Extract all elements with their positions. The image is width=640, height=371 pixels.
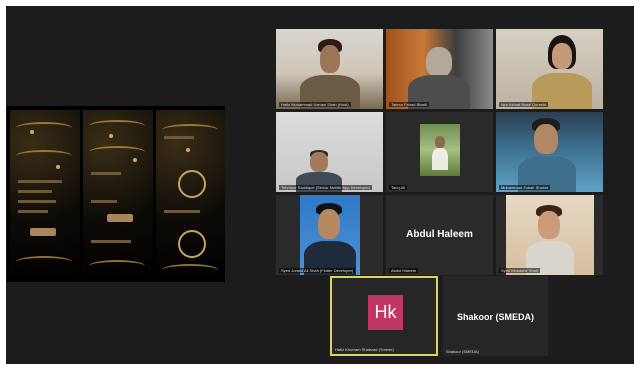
participant-name: Syed Junaid Ali Shah (Flutter Developer) bbox=[279, 268, 356, 273]
app-screen-3 bbox=[156, 110, 225, 276]
participant-tile[interactable]: Syed Mubashir Shah bbox=[496, 195, 603, 275]
participant-name: Tehmoor Saddique (Senior Mobile App Deve… bbox=[279, 185, 373, 190]
app-screen-2 bbox=[83, 110, 153, 276]
participant-tile[interactable]: Tariq Ali bbox=[386, 112, 493, 192]
participant-tile[interactable]: Shakoor (SMEDA) Shakoor (SMEDA) bbox=[443, 276, 548, 356]
participant-name: Syed Mubashir Shah bbox=[499, 268, 541, 273]
participant-name: Hafiz Khurram Shahzad (Trainer) bbox=[335, 347, 394, 352]
avatar: Hk bbox=[368, 295, 403, 330]
participant-tile[interactable]: Taimur Fahad Bhatti bbox=[386, 29, 493, 109]
participant-name: Taimur Fahad Bhatti bbox=[389, 102, 429, 107]
participant-name: Abdul Haleem bbox=[389, 268, 419, 273]
participant-tile[interactable]: Tehmoor Saddique (Senior Mobile App Deve… bbox=[276, 112, 383, 192]
participant-tile[interactable]: Syed Junaid Ali Shah (Flutter Developer) bbox=[276, 195, 383, 275]
active-speaker-tile[interactable]: Hk Hafiz Khurram Shahzad (Trainer) bbox=[330, 276, 438, 356]
shared-screen[interactable] bbox=[7, 106, 225, 282]
app-screen-1 bbox=[10, 110, 80, 276]
participant-tile[interactable]: Iqra Ashraf Nasir Qureshi bbox=[496, 29, 603, 109]
participant-name: Hafiz Muhammad Usman Shah (Host) bbox=[279, 102, 351, 107]
participant-tile[interactable]: Hafiz Muhammad Usman Shah (Host) bbox=[276, 29, 383, 109]
participant-name: Tariq Ali bbox=[389, 185, 408, 190]
participant-name: Muhammad Zubair Shahid bbox=[499, 185, 551, 190]
participant-display-name: Abdul Haleem bbox=[406, 229, 473, 240]
participant-tile[interactable]: Abdul Haleem Abdul Haleem bbox=[386, 195, 493, 275]
participant-name: Shakoor (SMEDA) bbox=[446, 349, 479, 354]
participant-name: Iqra Ashraf Nasir Qureshi bbox=[499, 102, 548, 107]
participant-tile[interactable]: Muhammad Zubair Shahid bbox=[496, 112, 603, 192]
participant-display-name: Shakoor (SMEDA) bbox=[456, 312, 534, 322]
